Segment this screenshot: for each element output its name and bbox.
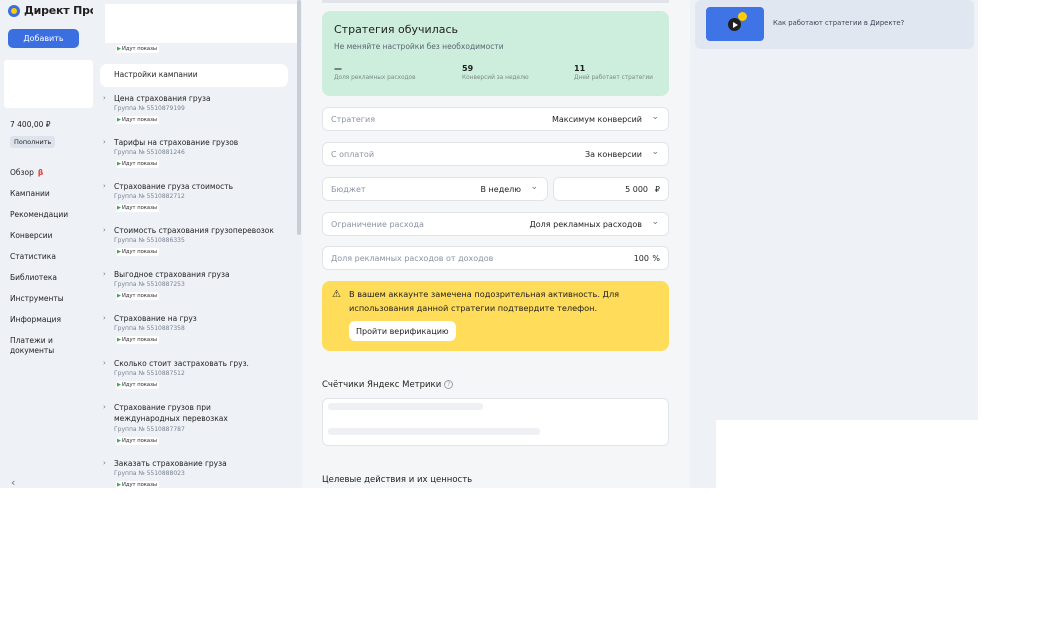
top-divider [322, 0, 669, 3]
tree-scrollbar[interactable] [297, 0, 301, 235]
status-badge: ▶Идут показы [116, 292, 159, 300]
app-root: Директ Про Добавить 7 400,00 ₽ Пополнить… [0, 0, 1038, 633]
chevron-right-icon[interactable]: › [103, 138, 106, 146]
currency-label: ₽ [654, 185, 660, 194]
play-icon: ▶ [117, 249, 121, 255]
nav-item-conversions[interactable]: Конверсии [10, 231, 70, 252]
chevron-right-icon[interactable]: › [103, 182, 106, 190]
ad-share-input[interactable]: Доля рекламных расходов от доходов 100 % [322, 246, 669, 270]
stat-conversions: 59 Конверсий за неделю [462, 64, 529, 81]
status-badge: ▶Идут показы [116, 45, 159, 53]
nav-blank-panel [4, 60, 93, 108]
play-icon: ▶ [117, 337, 121, 343]
chevron-right-icon[interactable]: › [103, 226, 106, 234]
logo-text: Директ Про [24, 4, 98, 17]
play-icon: ▶ [117, 293, 121, 299]
stat-days: 11 Дней работает стратегии [574, 64, 653, 81]
nav-item-recommendations[interactable]: Рекомендации [10, 210, 70, 231]
warning-icon: ⚠ [332, 289, 341, 300]
play-icon: ▶ [117, 161, 121, 167]
play-icon: ▶ [117, 482, 121, 488]
chevron-down-icon: ⌄ [651, 217, 659, 227]
play-video-icon[interactable] [728, 18, 741, 31]
chevron-down-icon: ⌄ [651, 112, 659, 122]
budget-period-select[interactable]: Бюджет В неделю ⌄ [322, 177, 548, 201]
goals-title: Целевые действия и их ценность [322, 475, 473, 485]
nav-item-overview[interactable]: Обзор β [10, 168, 70, 189]
nav-item-statistics[interactable]: Статистика [10, 252, 70, 273]
chevron-down-icon: ⌄ [530, 182, 538, 192]
nav-menu: Обзор β Кампании Рекомендации Конверсии С… [10, 168, 70, 366]
chevron-right-icon[interactable]: › [103, 270, 106, 278]
limit-select[interactable]: Ограничение расхода Доля рекламных расхо… [322, 212, 669, 236]
campaign-settings-item[interactable]: Настройки кампании [100, 64, 288, 87]
stat-ad-share: — Доля рекламных расходов [334, 64, 416, 81]
video-card[interactable]: Как работают стратегии в Директе? [695, 0, 974, 49]
beta-badge: β [37, 168, 44, 177]
nav-item-tools[interactable]: Инструменты [10, 294, 70, 315]
play-icon: ▶ [117, 205, 121, 211]
chevron-right-icon[interactable]: › [103, 314, 106, 322]
right-panel: Как работают стратегии в Директе? [690, 0, 978, 420]
metrika-counters-box[interactable] [322, 398, 669, 446]
strategy-learned-card: Стратегия обучилась Не меняйте настройки… [322, 11, 669, 96]
logo[interactable]: Директ Про [8, 4, 97, 17]
campaign-header-card [105, 4, 299, 43]
nav-item-payments[interactable]: Платежи и документы [10, 336, 70, 366]
loading-skeleton [328, 403, 483, 410]
collapse-nav-icon[interactable]: ‹ [11, 476, 15, 489]
status-badge: ▶Идут показы [116, 160, 159, 168]
campaign-tree: ▶Идут показы Настройки кампании › Цена с… [93, 0, 302, 488]
play-icon: ▶ [117, 438, 121, 444]
budget-amount-input[interactable]: 5 000 ₽ [553, 177, 669, 201]
play-icon: ▶ [117, 382, 121, 388]
status-badge: ▶Идут показы [116, 437, 159, 445]
left-nav: Директ Про Добавить 7 400,00 ₽ Пополнить… [0, 0, 97, 489]
play-icon: ▶ [117, 46, 121, 52]
help-icon[interactable]: ? [444, 380, 454, 389]
metrika-title: Счётчики Яндекс Метрики? [322, 380, 454, 390]
status-badge: ▶Идут показы [116, 381, 159, 389]
strategy-panel: Стратегия обучилась Не меняйте настройки… [302, 0, 690, 488]
status-badge: ▶Идут показы [116, 204, 159, 212]
nav-item-info[interactable]: Информация [10, 315, 70, 336]
verify-button[interactable]: Пройти верификацию [349, 321, 456, 341]
topup-button[interactable]: Пополнить [10, 136, 56, 148]
strategy-select[interactable]: Стратегия Максимум конверсий ⌄ [322, 107, 669, 131]
right-panel-strip [690, 420, 716, 488]
payment-select[interactable]: С оплатой За конверсии ⌄ [322, 142, 669, 166]
percent-label: % [652, 254, 660, 263]
chevron-right-icon[interactable]: › [103, 359, 106, 367]
nav-item-campaigns[interactable]: Кампании [10, 189, 70, 210]
learned-title: Стратегия обучилась [334, 23, 459, 36]
status-badge: ▶Идут показы [116, 336, 159, 344]
nav-item-library[interactable]: Библиотека [10, 273, 70, 294]
chevron-right-icon[interactable]: › [103, 459, 106, 467]
chevron-down-icon: ⌄ [651, 147, 659, 157]
warning-text: В вашем аккаунте замечена подозрительная… [349, 289, 620, 313]
account-balance: 7 400,00 ₽ [10, 120, 51, 129]
video-title[interactable]: Как работают стратегии в Директе? [773, 19, 904, 27]
chevron-right-icon[interactable]: › [103, 403, 106, 411]
add-button[interactable]: Добавить [8, 29, 79, 48]
status-badge: ▶Идут показы [116, 481, 159, 488]
chevron-right-icon[interactable]: › [103, 94, 106, 102]
play-icon: ▶ [117, 117, 121, 123]
video-thumbnail[interactable] [706, 7, 764, 41]
status-badge: ▶Идут показы [116, 116, 159, 124]
learned-subtitle: Не меняйте настройки без необходимости [334, 42, 504, 51]
loading-skeleton [328, 428, 540, 435]
verification-warning: ⚠ В вашем аккаунте замечена подозрительн… [322, 281, 669, 351]
status-badge: ▶Идут показы [116, 248, 159, 256]
direct-logo-icon [8, 4, 20, 17]
